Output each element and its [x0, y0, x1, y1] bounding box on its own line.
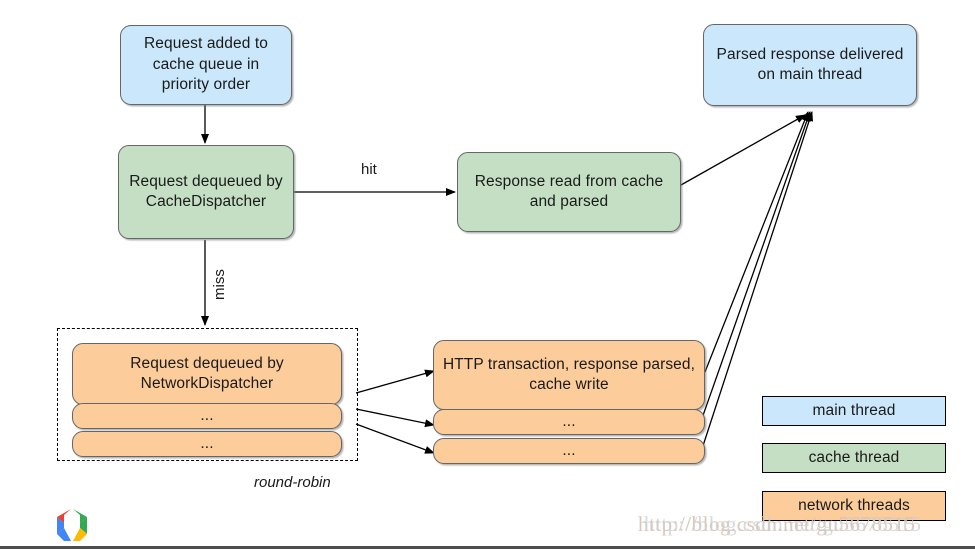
google-developers-logo-icon: [57, 509, 87, 541]
node-http-transaction[interactable]: HTTP transaction, response parsed, cache…: [433, 340, 705, 410]
node-cache-dispatcher[interactable]: Request dequeued by CacheDispatcher: [118, 145, 294, 239]
node-cache-queue-label: Request added to cache queue in priority…: [144, 35, 268, 94]
diagram-canvas: Request added to cache queue in priority…: [0, 0, 975, 549]
edge-label-hit: hit: [361, 161, 377, 178]
edge-network-to-delivered-1: [704, 111, 809, 373]
caption-round-robin: round-robin: [254, 474, 331, 491]
edge-dispatch-2: [355, 408, 435, 428]
node-network-dispatcher-2-label: ...: [200, 406, 214, 424]
node-cache-response[interactable]: Response read from cache and parsed: [457, 152, 681, 232]
node-http-transaction-2-label: ...: [562, 412, 576, 430]
node-http-transaction-3-label: ...: [562, 441, 576, 459]
legend-item-cache-thread[interactable]: cache thread: [762, 443, 946, 473]
edge-dispatch-1: [355, 369, 435, 394]
node-http-transaction-2[interactable]: ...: [433, 409, 705, 435]
node-http-transaction-3[interactable]: ...: [433, 438, 705, 464]
node-delivered[interactable]: Parsed response delivered on main thread: [703, 24, 917, 106]
edge-network-to-delivered-2: [699, 111, 811, 425]
edge-cache-response-to-delivered: [680, 114, 806, 186]
legend-item-main-thread-label: main thread: [812, 402, 896, 419]
node-network-dispatcher-3-label: ...: [200, 434, 214, 452]
node-delivered-label: Parsed response delivered on main thread: [716, 45, 904, 83]
node-network-dispatcher-3[interactable]: ...: [72, 431, 342, 457]
node-network-dispatcher-label: Request dequeued by NetworkDispatcher: [130, 354, 284, 392]
node-cache-queue[interactable]: Request added to cache queue in priority…: [120, 25, 292, 105]
node-cache-response-label: Response read from cache and parsed: [474, 172, 664, 210]
node-http-transaction-label: HTTP transaction, response parsed, cache…: [442, 355, 696, 393]
node-network-dispatcher-2[interactable]: ...: [72, 403, 342, 429]
watermark-url-ghost: http://blog.csdn.net/gu5678515: [644, 512, 922, 536]
legend-item-main-thread[interactable]: main thread: [762, 396, 946, 426]
edge-label-miss: miss: [211, 269, 228, 300]
node-network-dispatcher[interactable]: Request dequeued by NetworkDispatcher: [72, 343, 342, 405]
legend-item-cache-thread-label: cache thread: [808, 449, 900, 466]
edge-dispatch-3: [355, 423, 435, 454]
node-cache-dispatcher-label: Request dequeued by CacheDispatcher: [129, 172, 283, 210]
